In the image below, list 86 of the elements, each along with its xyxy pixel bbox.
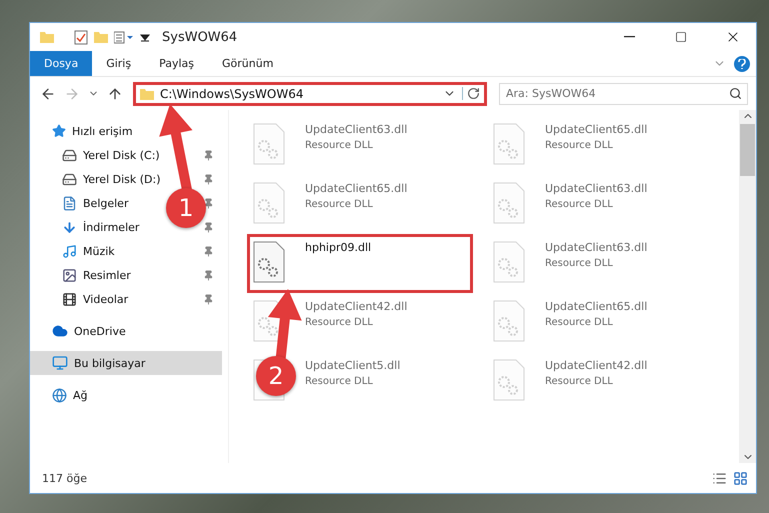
dll-file-icon — [253, 241, 285, 283]
dll-file-icon — [493, 300, 525, 342]
item-count: 117 öğe — [42, 472, 88, 484]
film-icon — [62, 292, 77, 306]
minimize-icon — [624, 36, 634, 38]
sidebar-label: OneDrive — [74, 324, 126, 338]
sidebar-item[interactable]: Yerel Disk (C:) — [62, 143, 164, 167]
sidebar-item[interactable]: Bu bilgisayar — [52, 351, 222, 375]
sidebar-label: Hızlı erişim — [72, 124, 133, 138]
scrollbar-thumb[interactable] — [740, 124, 755, 176]
ribbon-tab[interactable]: Görünüm — [208, 51, 288, 76]
monitor-icon — [52, 355, 68, 371]
cloud-icon — [52, 323, 68, 339]
dropdown-caret-icon — [140, 32, 150, 42]
refresh-icon[interactable] — [462, 87, 480, 100]
star-icon — [52, 124, 66, 138]
sidebar-item[interactable]: Resimler — [62, 263, 135, 287]
sidebar-label: İndirmeler — [83, 220, 140, 234]
dll-file-icon — [493, 182, 525, 224]
file-name: UpdateClient65.dll — [305, 182, 408, 195]
search-icon — [729, 86, 742, 100]
sidebar-item[interactable]: Müzik — [62, 239, 119, 263]
file-name: UpdateClient63.dll — [545, 241, 648, 254]
dll-file-icon — [253, 123, 285, 165]
sidebar-item[interactable]: İndirmeler — [62, 215, 144, 239]
sidebar-label: Resimler — [83, 268, 131, 282]
sidebar-item[interactable]: Videolar — [62, 287, 132, 311]
search-field[interactable]: Ara: SysWOW64 — [499, 82, 748, 104]
scrollbar[interactable] — [739, 110, 756, 463]
address-path: C:\Windows\SysWOW64 — [160, 86, 304, 100]
file-name: UpdateClient42.dll — [545, 359, 648, 372]
document-icon — [62, 196, 77, 210]
maximize-icon — [675, 31, 687, 43]
network-globe-icon — [52, 388, 67, 402]
file-name: hphipr09.dll — [305, 241, 372, 254]
sidebar-label: Yerel Disk (D:) — [83, 172, 161, 186]
help-icon[interactable] — [734, 56, 750, 72]
ribbon-tab[interactable]: Giriş — [92, 51, 146, 76]
sidebar-item[interactable]: OneDrive — [52, 319, 130, 343]
file-name: UpdateClient65.dll — [545, 300, 648, 313]
dll-file-icon — [253, 182, 285, 224]
properties-icon — [114, 30, 134, 44]
right-arrow-icon — [64, 86, 80, 102]
dll-file-icon — [493, 241, 525, 283]
ribbon-tab[interactable]: Paylaş — [145, 51, 208, 76]
sidebar-item[interactable]: Belgeler — [62, 191, 132, 215]
window-title: SysWOW64 — [162, 30, 238, 44]
file-type: Resource DLL — [545, 376, 614, 387]
download-arrow-icon — [62, 220, 77, 234]
file-type: Resource DLL — [305, 376, 374, 387]
ribbon-tab[interactable]: Dosya — [30, 51, 92, 76]
sidebar-label: Ağ — [73, 388, 88, 402]
file-name: UpdateClient63.dll — [305, 123, 408, 136]
sidebar-label: Belgeler — [83, 196, 128, 210]
sidebar-label: Müzik — [83, 244, 115, 258]
sidebar-label: Bu bilgisayar — [74, 356, 146, 370]
dll-file-icon — [493, 123, 525, 165]
details-view-icon[interactable] — [712, 470, 727, 486]
large-icons-view-icon[interactable] — [733, 470, 748, 486]
file-name: UpdateClient42.dll — [305, 300, 408, 313]
drive-icon — [62, 148, 77, 162]
sidebar-item[interactable]: Yerel Disk (D:) — [62, 167, 165, 191]
checklist-icon — [74, 30, 88, 44]
folder-icon — [40, 31, 54, 43]
file-type: Resource DLL — [545, 140, 614, 151]
dll-file-icon — [493, 359, 525, 401]
sidebar-label: Yerel Disk (C:) — [83, 148, 160, 162]
folder-icon — [140, 88, 154, 100]
file-type: Resource DLL — [305, 140, 374, 151]
address-bar[interactable]: C:\Windows\SysWOW64 — [133, 82, 487, 106]
sidebar-item[interactable]: Hızlı erişim — [52, 119, 137, 143]
file-name: UpdateClient5.dll — [305, 359, 400, 372]
file-item[interactable]: hphipr09.dll — [247, 234, 473, 293]
file-type: Resource DLL — [545, 258, 614, 269]
file-type: Resource DLL — [545, 199, 614, 210]
folder-icon — [94, 31, 108, 43]
file-type: Resource DLL — [305, 199, 374, 210]
file-name: UpdateClient63.dll — [545, 182, 648, 195]
sidebar-item[interactable]: Ağ — [52, 383, 92, 407]
drive-icon — [62, 172, 77, 186]
sidebar-label: Videolar — [83, 292, 128, 306]
music-note-icon — [62, 244, 77, 258]
picture-icon — [62, 268, 77, 282]
file-type: Resource DLL — [545, 317, 614, 328]
file-type: Resource DLL — [305, 317, 374, 328]
file-name: UpdateClient65.dll — [545, 123, 648, 136]
